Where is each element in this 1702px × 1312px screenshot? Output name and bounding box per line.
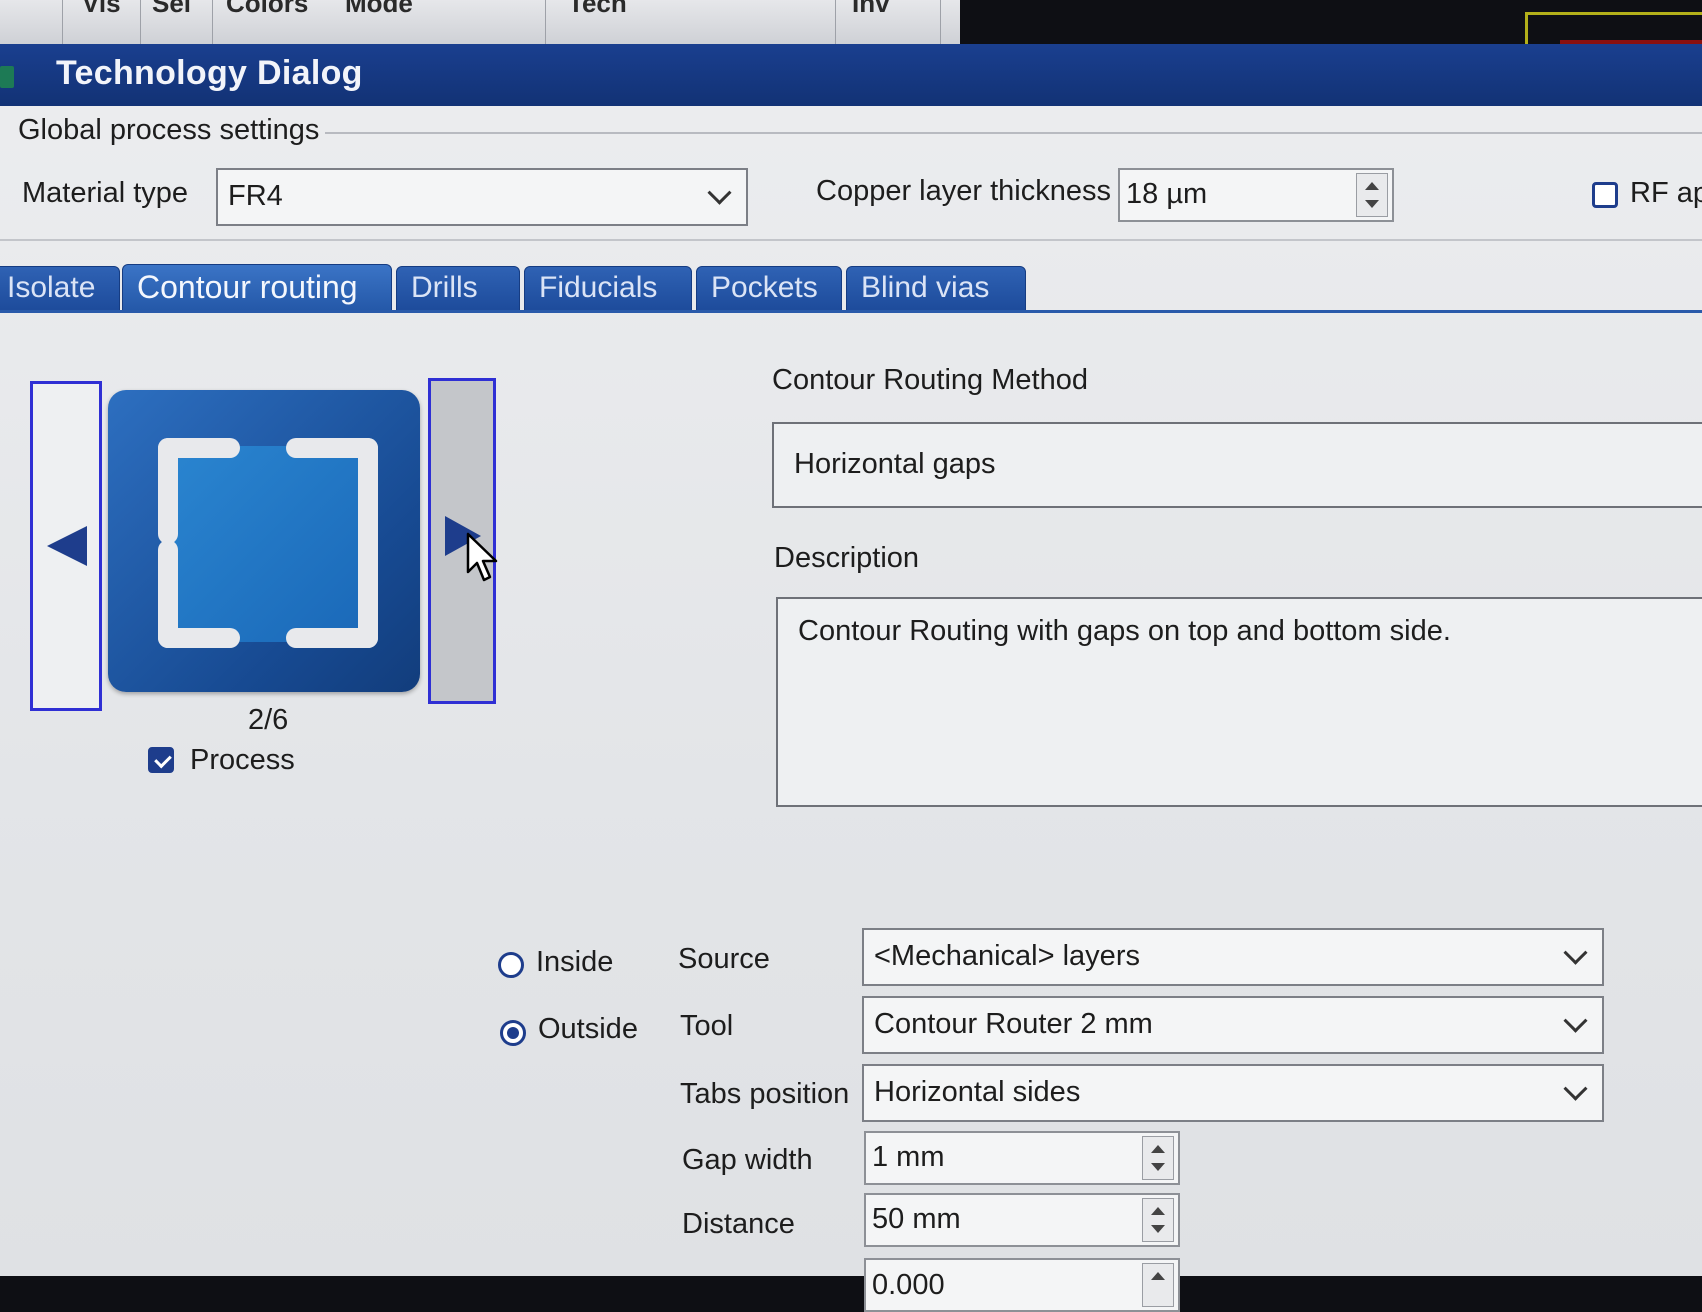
spin-up-icon[interactable]: [1151, 1207, 1165, 1215]
spin-down-icon[interactable]: [1365, 200, 1379, 208]
method-heading: Contour Routing Method: [772, 364, 1088, 396]
section-divider: [0, 239, 1702, 241]
inside-radio[interactable]: [498, 952, 524, 978]
source-label: Source: [678, 943, 770, 975]
column-inv[interactable]: Inv: [852, 0, 890, 19]
frame-piece: [158, 438, 178, 544]
tab-underline: [0, 310, 1702, 313]
tab-strip: Isolate Contour routing Drills Fiducials…: [0, 264, 1702, 312]
outside-label: Outside: [538, 1013, 638, 1045]
spin-buttons[interactable]: [1142, 1198, 1174, 1242]
column-mode[interactable]: Mode: [345, 0, 413, 19]
method-name-value: Horizontal gaps: [794, 448, 996, 480]
dialog-title: Technology Dialog: [56, 54, 363, 92]
copper-thickness-value: 18 µm: [1126, 177, 1208, 210]
gap-width-value: 1 mm: [872, 1140, 945, 1173]
spin-buttons[interactable]: [1356, 173, 1388, 217]
column-colors[interactable]: Colors: [226, 0, 308, 19]
column-separator: [835, 0, 836, 44]
tool-value: Contour Router 2 mm: [874, 1007, 1153, 1040]
method-preview-image: [108, 390, 420, 692]
column-vis[interactable]: Vis: [82, 0, 121, 19]
inside-label: Inside: [536, 946, 614, 978]
tool-dropdown[interactable]: Contour Router 2 mm: [862, 996, 1604, 1054]
rf-app-label: RF app: [1630, 177, 1702, 209]
outside-radio[interactable]: [500, 1020, 526, 1046]
description-label: Description: [774, 542, 920, 574]
copper-thickness-spinbox[interactable]: 18 µm: [1118, 168, 1394, 222]
tabs-position-value: Horizontal sides: [874, 1075, 1081, 1108]
previous-method-button[interactable]: [30, 381, 102, 711]
tab-isolate[interactable]: Isolate: [0, 266, 120, 312]
spin-up-icon[interactable]: [1151, 1145, 1165, 1153]
spin-down-icon[interactable]: [1151, 1163, 1165, 1171]
tool-label: Tool: [680, 1010, 734, 1042]
material-type-value: FR4: [228, 179, 283, 212]
source-dropdown[interactable]: <Mechanical> layers: [862, 928, 1604, 986]
process-label: Process: [190, 744, 295, 776]
material-type-label: Material type: [22, 177, 189, 209]
spin-buttons[interactable]: [1142, 1136, 1174, 1180]
spin-down-icon[interactable]: [1151, 1225, 1165, 1233]
frame-piece: [358, 438, 378, 648]
partial-spinbox[interactable]: 0.000: [864, 1258, 1180, 1312]
arrow-left-icon: [47, 526, 87, 566]
dialog-titlebar[interactable]: Technology Dialog: [0, 44, 1702, 106]
background-table-header: Vis Sel Colors Mode Tech Inv: [0, 0, 960, 45]
method-name-box: Horizontal gaps: [772, 422, 1702, 508]
distance-spinbox[interactable]: 50 mm: [864, 1193, 1180, 1247]
chevron-down-icon: [1563, 1076, 1588, 1101]
column-sel[interactable]: Sel: [152, 0, 191, 19]
frame-piece: [286, 628, 378, 648]
copper-thickness-label: Copper layer thickness: [816, 175, 1111, 207]
column-separator: [940, 0, 941, 44]
frame-piece: [158, 628, 240, 648]
app-icon: [0, 66, 14, 88]
description-box: Contour Routing with gaps on top and bot…: [776, 597, 1702, 807]
material-type-dropdown[interactable]: FR4: [216, 168, 748, 226]
tab-contour-routing[interactable]: Contour routing: [122, 264, 392, 312]
tabs-position-dropdown[interactable]: Horizontal sides: [862, 1064, 1604, 1122]
gap-width-label: Gap width: [682, 1144, 813, 1176]
rf-app-checkbox[interactable]: [1592, 182, 1618, 208]
column-separator: [140, 0, 141, 44]
board-graphic: [172, 446, 368, 642]
distance-value: 50 mm: [872, 1202, 961, 1235]
spin-buttons[interactable]: [1142, 1263, 1174, 1307]
tabs-position-label: Tabs position: [680, 1078, 850, 1110]
partial-value: 0.000: [872, 1268, 945, 1301]
column-separator: [545, 0, 546, 44]
group-divider: [325, 132, 1702, 134]
tab-blind-vias[interactable]: Blind vias: [846, 266, 1026, 312]
column-separator: [62, 0, 63, 44]
spin-up-icon[interactable]: [1151, 1272, 1165, 1280]
chevron-down-icon: [1563, 940, 1588, 965]
description-text: Contour Routing with gaps on top and bot…: [798, 615, 1451, 647]
distance-label: Distance: [682, 1208, 795, 1240]
tab-fiducials[interactable]: Fiducials: [524, 266, 692, 312]
technology-dialog: Technology Dialog Global process setting…: [0, 44, 1702, 1312]
spin-up-icon[interactable]: [1365, 182, 1379, 190]
column-separator: [212, 0, 213, 44]
process-checkbox[interactable]: [148, 747, 174, 773]
chevron-down-icon: [1563, 1008, 1588, 1033]
global-settings-group-label: Global process settings: [18, 114, 320, 146]
chevron-down-icon: [707, 180, 732, 205]
tab-drills[interactable]: Drills: [396, 266, 520, 312]
mouse-cursor-icon: [466, 532, 498, 582]
tab-pockets[interactable]: Pockets: [696, 266, 842, 312]
gap-width-spinbox[interactable]: 1 mm: [864, 1131, 1180, 1185]
method-counter: 2/6: [248, 704, 289, 736]
column-tech[interactable]: Tech: [568, 0, 627, 19]
source-value: <Mechanical> layers: [874, 939, 1140, 972]
